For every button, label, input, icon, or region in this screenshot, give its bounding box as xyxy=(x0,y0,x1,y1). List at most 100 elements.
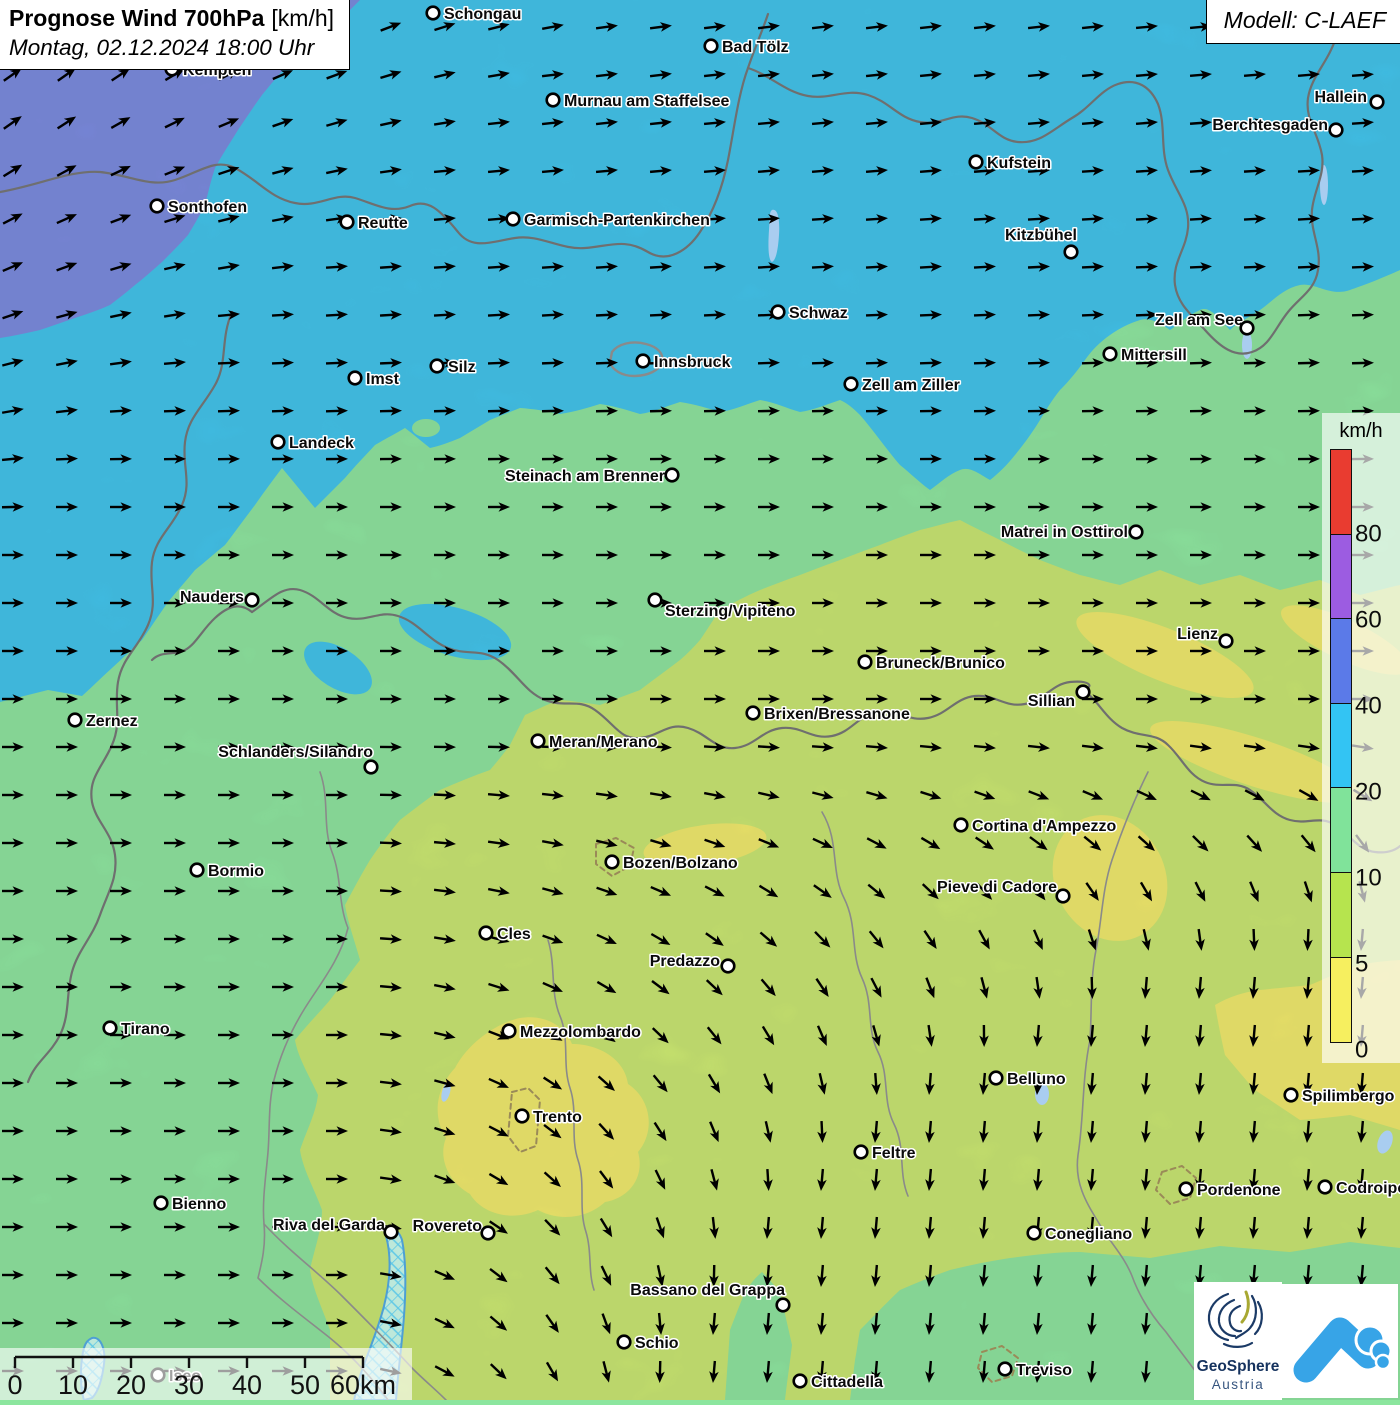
city-marker xyxy=(747,707,760,720)
city-marker xyxy=(427,7,440,20)
scalebar-panel: 0102030405060km xyxy=(0,1348,412,1400)
city-marker xyxy=(151,200,164,213)
city-marker xyxy=(1180,1183,1193,1196)
city-label: Innsbruck xyxy=(654,354,731,371)
legend-segment xyxy=(1330,703,1352,789)
city-brixen-bressanone: Brixen/Bressanone xyxy=(747,706,910,723)
city-marker xyxy=(990,1072,1003,1085)
scalebar-label: 60km xyxy=(330,1370,396,1400)
city-marker xyxy=(69,714,82,727)
city-marker xyxy=(104,1022,117,1035)
weather-app-logo xyxy=(1282,1284,1398,1398)
legend-unit-label: km/h xyxy=(1322,413,1400,443)
city-label: Nauders xyxy=(180,589,244,606)
city-cles: Cles xyxy=(480,926,531,943)
legend-tick-label: 60 xyxy=(1355,609,1382,633)
city-marker xyxy=(385,1226,398,1239)
city-label: Mezzolombardo xyxy=(520,1024,641,1041)
city-label: Schlanders/Silandro xyxy=(218,744,373,761)
city-marker xyxy=(1065,246,1078,259)
city-imst: Imst xyxy=(349,371,400,388)
legend-tick-label: 40 xyxy=(1355,695,1382,719)
city-marker xyxy=(1028,1227,1041,1240)
city-label: Lienz xyxy=(1177,626,1218,643)
city-label: Conegliano xyxy=(1045,1226,1132,1243)
city-label: Schwaz xyxy=(789,305,848,322)
city-marker xyxy=(1319,1181,1332,1194)
city-marker xyxy=(547,94,560,107)
city-label: Berchtesgaden xyxy=(1212,117,1328,134)
city-label: Landeck xyxy=(289,435,354,452)
city-label: Tirano xyxy=(121,1021,170,1038)
city-label: Sterzing/Vipiteno xyxy=(665,603,796,620)
city-label: Pieve di Cadore xyxy=(937,879,1057,896)
city-label: Reutte xyxy=(358,215,408,232)
city-label: Treviso xyxy=(1016,1362,1072,1379)
city-cortina-d-ampezzo: Cortina d'Ampezzo xyxy=(955,818,1117,835)
city-label: Bruneck/Brunico xyxy=(876,655,1005,672)
city-label: Cittadella xyxy=(811,1374,883,1391)
scalebar-label: 0 xyxy=(7,1370,22,1400)
legend-color-bar xyxy=(1330,449,1352,1043)
city-marker xyxy=(649,594,662,607)
model-label: Modell: C-LAEF xyxy=(1206,0,1400,44)
city-label: Cortina d'Ampezzo xyxy=(972,818,1116,835)
city-marker xyxy=(1104,348,1117,361)
city-marker xyxy=(480,927,493,940)
city-marker xyxy=(532,735,545,748)
city-marker xyxy=(666,469,679,482)
legend-segment xyxy=(1330,534,1352,620)
legend-segment xyxy=(1330,787,1352,873)
city-label: Zell am Ziller xyxy=(862,377,960,394)
city-matrei-in-osttirol: Matrei in Osttirol xyxy=(1001,524,1142,541)
legend-segment xyxy=(1330,957,1352,1043)
city-label: Feltre xyxy=(872,1145,916,1162)
city-mezzolombardo: Mezzolombardo xyxy=(503,1024,641,1041)
city-silz: Silz xyxy=(431,359,476,376)
scalebar-label: 40 xyxy=(232,1370,262,1400)
city-label: Schio xyxy=(635,1335,679,1352)
city-label: Schongau xyxy=(444,6,521,23)
city-marker xyxy=(845,378,858,391)
city-label: Sillian xyxy=(1028,693,1075,710)
scalebar-label: 20 xyxy=(116,1370,146,1400)
wind-forecast-map: SchongauBad TölzKemptenMurnau am Staffel… xyxy=(0,0,1400,1400)
city-zell-am-ziller: Zell am Ziller xyxy=(845,377,960,394)
legend-segment xyxy=(1330,618,1352,704)
city-marker xyxy=(1285,1089,1298,1102)
city-marker xyxy=(855,1146,868,1159)
title-text: Prognose Wind 700hPa xyxy=(9,5,264,31)
city-label: Zell am See xyxy=(1155,312,1243,329)
city-label: Codroipo xyxy=(1336,1180,1400,1197)
city-label: Brixen/Bressanone xyxy=(764,706,910,723)
city-label: Bozen/Bolzano xyxy=(623,855,738,872)
legend-tick-label: 5 xyxy=(1355,953,1368,977)
city-marker xyxy=(1241,322,1254,335)
legend-segment xyxy=(1330,872,1352,958)
legend-tick-label: 80 xyxy=(1355,523,1382,547)
legend-tick-label: 10 xyxy=(1355,867,1382,891)
scalebar-label: 10 xyxy=(58,1370,88,1400)
city-garmisch-partenkirchen: Garmisch-Partenkirchen xyxy=(507,212,710,229)
forecast-datetime: Montag, 02.12.2024 18:00 Uhr xyxy=(9,34,334,61)
city-marker xyxy=(516,1110,529,1123)
city-label: Murnau am Staffelsee xyxy=(564,93,729,110)
city-spilimbergo: Spilimbergo xyxy=(1285,1088,1395,1105)
city-meran-merano: Meran/Merano xyxy=(532,734,658,751)
city-marker xyxy=(1220,635,1233,648)
city-label: Bormio xyxy=(208,863,264,880)
city-marker xyxy=(272,436,285,449)
city-label: Kitzbühel xyxy=(1005,227,1077,244)
scalebar-label: 50 xyxy=(290,1370,320,1400)
city-label: Bienno xyxy=(172,1196,226,1213)
city-bozen-bolzano: Bozen/Bolzano xyxy=(606,855,738,872)
city-marker xyxy=(246,594,259,607)
city-marker xyxy=(503,1025,516,1038)
city-label: Spilimbergo xyxy=(1302,1088,1395,1105)
title-unit: [km/h] xyxy=(271,5,334,31)
legend-tick-label: 0 xyxy=(1355,1039,1368,1063)
city-marker xyxy=(1077,686,1090,699)
city-marker xyxy=(431,360,444,373)
legend-panel: km/h 806040201050 xyxy=(1322,413,1400,1063)
city-marker xyxy=(349,372,362,385)
